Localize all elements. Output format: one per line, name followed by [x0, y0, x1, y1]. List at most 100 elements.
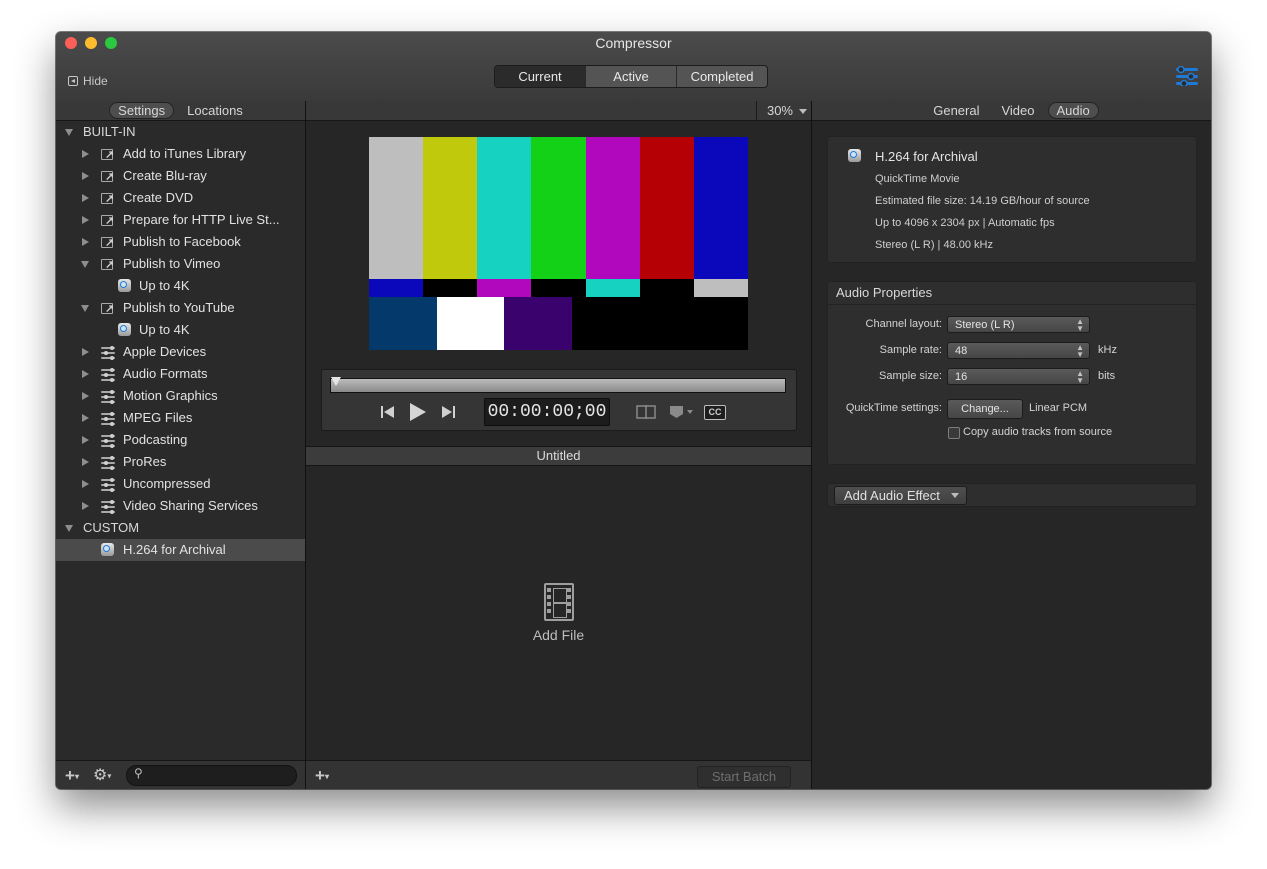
tab-active[interactable]: Active: [585, 66, 676, 87]
view-segmented-control: Current Active Completed: [494, 65, 768, 88]
zoom-popup[interactable]: 30%: [755, 101, 811, 120]
settings-pane-header: Settings Locations: [56, 101, 305, 121]
color-bar-middle: [639, 279, 695, 297]
disclosure-right-icon[interactable]: [82, 238, 89, 246]
quicktime-icon: [101, 543, 114, 556]
tree-item-video-sharing-services[interactable]: Video Sharing Services: [56, 495, 305, 517]
tab-locations[interactable]: Locations: [178, 102, 252, 119]
disclosure-right-icon[interactable]: [82, 216, 89, 224]
section-custom[interactable]: CUSTOM: [56, 517, 305, 539]
tree-item-create-blu-ray[interactable]: Create Blu-ray: [56, 165, 305, 188]
color-bar-bottom: [436, 297, 505, 350]
disclosure-right-icon[interactable]: [82, 150, 89, 158]
split-view-icon[interactable]: [636, 405, 656, 419]
timecode-display[interactable]: 00:00:00;00: [484, 398, 610, 426]
disclosure-right-icon[interactable]: [82, 436, 89, 444]
disclosure-right-icon[interactable]: [82, 370, 89, 378]
marker-icon[interactable]: [669, 405, 695, 419]
setting-file-size: Estimated file size: 14.19 GB/hour of so…: [875, 195, 1090, 207]
tree-item-publish-facebook[interactable]: Publish to Facebook: [56, 231, 305, 254]
tree-item-apple-devices[interactable]: Apple Devices: [56, 341, 305, 363]
tab-video[interactable]: Video: [992, 102, 1043, 119]
tree-item-mpeg-files[interactable]: MPEG Files: [56, 407, 305, 429]
hide-label: Hide: [83, 74, 108, 88]
share-icon: [101, 166, 114, 188]
tree-item-http-live-streaming[interactable]: Prepare for HTTP Live St...: [56, 209, 305, 232]
playhead-handle[interactable]: [331, 377, 341, 386]
timeline-scrubber[interactable]: [330, 378, 786, 393]
disclosure-right-icon[interactable]: [82, 392, 89, 400]
tree-item-podcasting[interactable]: Podcasting: [56, 429, 305, 451]
color-bar-top: [423, 137, 478, 279]
copy-audio-tracks-label: Copy audio tracks from source: [963, 426, 1113, 438]
share-icon: [101, 254, 114, 276]
tree-item-vimeo-up-to-4k[interactable]: Up to 4K: [56, 275, 305, 297]
gear-icon[interactable]: ⚙▾: [93, 765, 111, 785]
color-bar-bottom: [504, 297, 573, 350]
tree-item-add-to-itunes[interactable]: Add to iTunes Library: [56, 143, 305, 166]
start-batch-button[interactable]: Start Batch: [697, 766, 791, 788]
settings-search-input[interactable]: [151, 767, 293, 785]
settings-pane: Settings Locations BUILT-IN Add to iTune…: [56, 101, 306, 789]
tree-item-publish-vimeo[interactable]: Publish to Vimeo: [56, 253, 305, 276]
disclosure-right-icon[interactable]: [82, 194, 89, 202]
tab-completed[interactable]: Completed: [676, 66, 767, 87]
add-audio-effect-button[interactable]: Add Audio Effect: [834, 486, 967, 505]
hide-sidebar-button[interactable]: Hide: [68, 74, 108, 88]
setting-format: QuickTime Movie: [875, 173, 960, 185]
chevron-down-icon: [799, 109, 807, 115]
quicktime-settings-label: QuickTime settings:: [845, 402, 942, 414]
tree-item-publish-youtube[interactable]: Publish to YouTube: [56, 297, 305, 320]
inspector-toggle-icon[interactable]: [1175, 66, 1199, 86]
sample-size-popup[interactable]: 16 ▲ ▼: [947, 368, 1090, 385]
tree-item-audio-formats[interactable]: Audio Formats: [56, 363, 305, 385]
add-setting-button[interactable]: +▾: [65, 766, 79, 786]
disclosure-right-icon[interactable]: [82, 480, 89, 488]
add-job-button[interactable]: +▾: [315, 766, 329, 786]
audio-properties-panel: Audio Properties Channel layout: Stereo …: [827, 281, 1197, 465]
tab-current[interactable]: Current: [495, 66, 585, 87]
disclosure-down-icon[interactable]: [81, 261, 89, 268]
add-file-drop-zone[interactable]: Add File: [306, 583, 811, 643]
disclosure-right-icon[interactable]: [82, 172, 89, 180]
color-bar-bottom: [572, 297, 641, 350]
section-built-in[interactable]: BUILT-IN: [56, 121, 305, 143]
settings-search-field[interactable]: ⚲: [126, 765, 297, 786]
tree-item-uncompressed[interactable]: Uncompressed: [56, 473, 305, 495]
tab-settings[interactable]: Settings: [109, 102, 175, 119]
disclosure-down-icon[interactable]: [81, 305, 89, 312]
color-bar-middle: [423, 279, 478, 297]
closed-captions-icon[interactable]: CC: [704, 405, 726, 420]
copy-audio-tracks-checkbox[interactable]: [948, 427, 960, 439]
chevron-down-icon: [950, 493, 959, 498]
disclosure-down-icon[interactable]: [65, 525, 73, 532]
disclosure-right-icon[interactable]: [82, 458, 89, 466]
next-frame-icon[interactable]: [440, 405, 456, 419]
previous-frame-icon[interactable]: [380, 405, 396, 419]
change-button[interactable]: Change...: [947, 399, 1023, 419]
tab-general[interactable]: General: [924, 102, 988, 119]
color-bar-middle: [477, 279, 532, 297]
sample-rate-label: Sample rate:: [879, 344, 942, 356]
disclosure-right-icon[interactable]: [82, 502, 89, 510]
tree-item-create-dvd[interactable]: Create DVD: [56, 187, 305, 210]
tree-item-h264-for-archival[interactable]: H.264 for Archival: [56, 539, 305, 561]
channel-layout-popup[interactable]: Stereo (L R) ▲ ▼: [947, 316, 1090, 333]
disclosure-down-icon[interactable]: [65, 129, 73, 136]
tree-item-youtube-up-to-4k[interactable]: Up to 4K: [56, 319, 305, 341]
quicktime-icon: [118, 279, 131, 292]
play-icon[interactable]: [409, 402, 427, 422]
settings-list-icon: [101, 368, 115, 382]
stepper-arrows-icon: ▲ ▼: [1076, 317, 1084, 333]
tab-audio[interactable]: Audio: [1047, 102, 1099, 119]
batch-title[interactable]: Untitled: [306, 446, 811, 466]
tree-item-prores[interactable]: ProRes: [56, 451, 305, 473]
sample-size-unit: bits: [1098, 370, 1116, 382]
color-bar-top: [585, 137, 641, 279]
disclosure-right-icon[interactable]: [82, 414, 89, 422]
disclosure-right-icon[interactable]: [82, 348, 89, 356]
tree-item-motion-graphics[interactable]: Motion Graphics: [56, 385, 305, 407]
color-bar-top: [477, 137, 532, 279]
settings-list-icon: [101, 390, 115, 404]
sample-rate-popup[interactable]: 48 ▲ ▼: [947, 342, 1090, 359]
